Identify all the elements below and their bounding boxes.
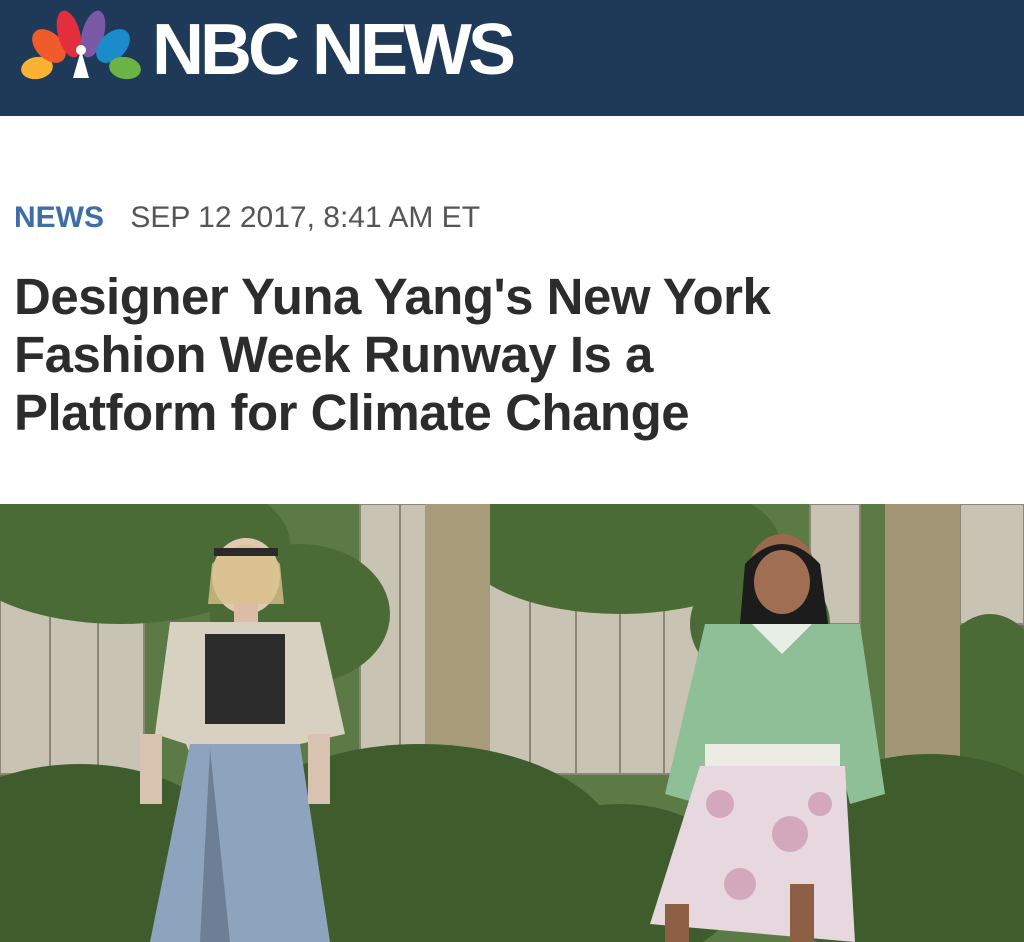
site-header: NBC NEWS [0,0,1024,116]
article-meta: NEWS SEP 12 2017, 8:41 AM ET [14,200,480,236]
headline-line: Platform for Climate Change [14,384,690,441]
brand-wordmark[interactable]: NBC NEWS [152,8,516,92]
headline-line: Designer Yuna Yang's New York [14,268,771,325]
timestamp: SEP 12 2017, 8:41 AM ET [130,201,481,234]
category-link[interactable]: NEWS [14,201,104,234]
nbc-peacock-icon[interactable] [18,8,144,86]
headline-line: Fashion Week Runway Is a [14,326,653,383]
article-headline: Designer Yuna Yang's New York Fashion We… [14,268,994,442]
hero-image[interactable] [0,504,1024,942]
